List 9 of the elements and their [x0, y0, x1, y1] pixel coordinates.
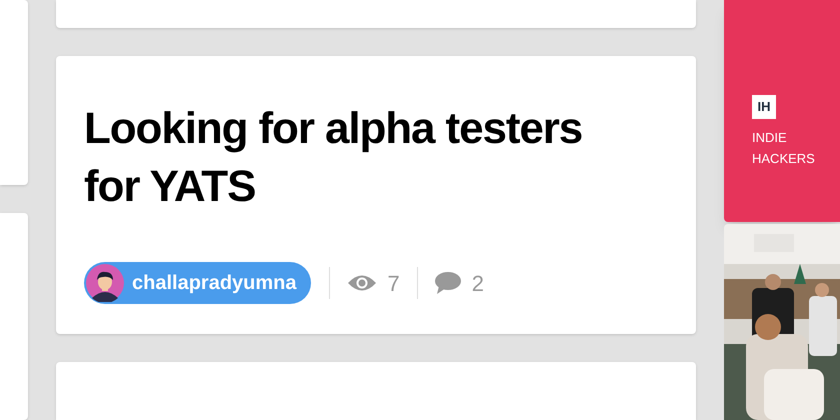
comment-icon [434, 272, 461, 294]
view-count: 7 [388, 270, 400, 298]
eye-icon [348, 274, 376, 292]
brand-card[interactable]: IH INDIE HACKERS [724, 0, 840, 222]
post-title[interactable]: Looking for alpha testers for YATS [84, 100, 644, 216]
brand-logo: IH [752, 95, 776, 119]
brand-name: INDIE HACKERS [752, 129, 816, 168]
avatar-icon [86, 264, 124, 302]
comment-count: 2 [472, 270, 484, 298]
